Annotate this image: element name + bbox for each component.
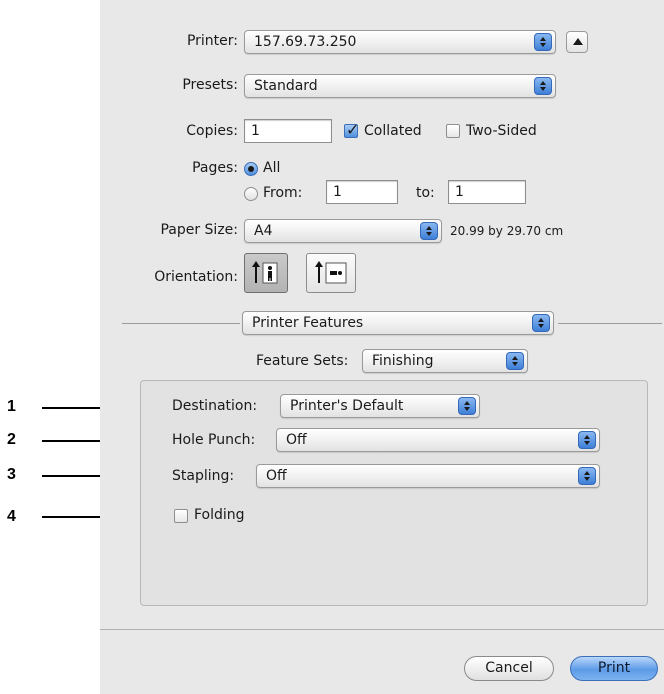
popup-arrows-icon	[578, 467, 596, 485]
callout-4: 4	[7, 508, 16, 525]
destination-value: Printer's Default	[290, 398, 404, 414]
pages-all-radio[interactable]	[244, 162, 258, 176]
radio-dot-icon	[248, 166, 254, 172]
orientation-portrait-button[interactable]	[244, 253, 288, 293]
popup-arrows-icon	[506, 352, 524, 370]
two-sided-checkbox[interactable]	[446, 124, 460, 138]
landscape-icon	[315, 261, 347, 284]
collated-checkbox[interactable]: ✓	[344, 120, 359, 139]
printer-value: 157.69.73.250	[254, 34, 357, 50]
feature-sets-label: Feature Sets:	[256, 353, 349, 369]
pages-label: Pages:	[192, 160, 238, 176]
two-sided-label: Two-Sided	[466, 123, 537, 139]
paper-size-value: A4	[254, 223, 273, 239]
paper-size-dimensions: 20.99 by 29.70 cm	[450, 224, 564, 238]
presets-popup[interactable]: Standard	[244, 74, 556, 98]
checkmark-icon: ✓	[346, 120, 360, 139]
panel-popup[interactable]: Printer Features	[242, 311, 554, 335]
popup-arrows-icon	[532, 314, 550, 332]
copies-label: Copies:	[186, 123, 238, 139]
hole-punch-value: Off	[286, 432, 307, 448]
stapling-popup[interactable]: Off	[256, 464, 600, 488]
callout-3: 3	[7, 466, 16, 483]
copies-field[interactable]: 1	[244, 119, 332, 143]
stapling-value: Off	[266, 468, 287, 484]
panel-divider-right	[558, 323, 662, 324]
hole-punch-label: Hole Punch:	[172, 432, 256, 448]
popup-arrows-icon	[458, 397, 476, 415]
stapling-label: Stapling:	[172, 468, 235, 484]
bottom-divider	[100, 629, 664, 630]
panel-divider-left	[122, 323, 240, 324]
pages-from-radio[interactable]	[244, 187, 258, 201]
orientation-label: Orientation:	[154, 269, 238, 285]
popup-arrows-icon	[534, 33, 552, 51]
callout-2: 2	[7, 431, 16, 448]
pages-all-label: All	[263, 160, 281, 176]
hole-punch-popup[interactable]: Off	[276, 428, 600, 452]
feature-sets-popup[interactable]: Finishing	[362, 349, 528, 373]
printer-popup[interactable]: 157.69.73.250	[244, 30, 556, 54]
printer-label: Printer:	[186, 33, 238, 49]
triangle-up-icon	[573, 38, 583, 45]
destination-label: Destination:	[172, 398, 258, 414]
paper-size-label: Paper Size:	[160, 222, 238, 238]
paper-size-popup[interactable]: A4	[244, 219, 442, 243]
popup-arrows-icon	[420, 222, 438, 240]
feature-sets-value: Finishing	[372, 353, 434, 369]
disclosure-button[interactable]	[566, 31, 588, 53]
popup-arrows-icon	[534, 77, 552, 95]
destination-popup[interactable]: Printer's Default	[280, 394, 480, 418]
pages-from-label: From:	[263, 185, 303, 201]
pages-from-field[interactable]: 1	[326, 180, 398, 204]
callout-1: 1	[7, 398, 16, 415]
folding-checkbox[interactable]	[174, 509, 188, 523]
pages-to-field[interactable]: 1	[448, 180, 526, 204]
cancel-button[interactable]: Cancel	[464, 656, 554, 681]
presets-label: Presets:	[182, 77, 238, 93]
portrait-icon	[252, 261, 278, 284]
pages-to-label: to:	[416, 185, 435, 201]
popup-arrows-icon	[578, 431, 596, 449]
panel-value: Printer Features	[252, 315, 364, 331]
folding-label: Folding	[194, 507, 245, 523]
print-button[interactable]: Print	[570, 656, 658, 681]
orientation-landscape-button[interactable]	[306, 253, 356, 293]
collated-label: Collated	[364, 123, 422, 139]
presets-value: Standard	[254, 78, 318, 94]
